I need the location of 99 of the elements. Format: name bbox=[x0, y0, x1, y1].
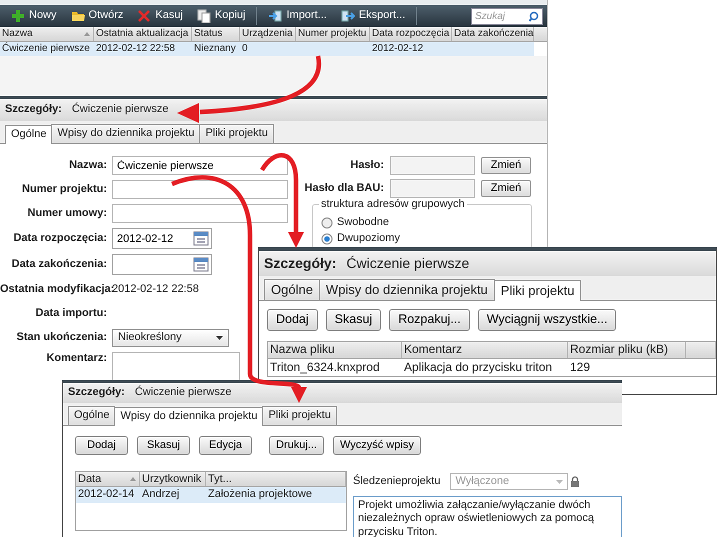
close-icon bbox=[137, 9, 152, 23]
column-header[interactable]: Urządzenia bbox=[240, 27, 296, 41]
field-label: Śledzenieprojektu bbox=[353, 475, 440, 488]
change-button[interactable]: Zmień bbox=[481, 180, 531, 198]
column-header[interactable]: Data bbox=[76, 472, 140, 486]
details-label: Szczegóły: bbox=[264, 255, 336, 272]
folder-icon bbox=[70, 9, 85, 23]
table-cell-text: 129 bbox=[569, 358, 592, 376]
column-header[interactable]: Komentarz bbox=[402, 342, 568, 358]
button[interactable]: Dodaj bbox=[75, 436, 128, 456]
tab[interactable]: Wpisy do dziennika projektu bbox=[318, 279, 495, 300]
radio-label: Dwupoziomy bbox=[337, 232, 400, 246]
column-header[interactable]: Rozmiar pliku (kB) bbox=[568, 342, 686, 358]
field-label: Komentarz: bbox=[45, 352, 108, 366]
column-header[interactable]: Data rozpoczęcia bbox=[370, 27, 452, 41]
tab[interactable]: Pliki projektu bbox=[262, 406, 337, 426]
column-header[interactable]: Nazwa bbox=[0, 27, 94, 41]
table-cell-text: 0 bbox=[241, 42, 249, 56]
table-cell-text: Andrzej bbox=[141, 487, 180, 502]
plus-icon bbox=[11, 9, 25, 23]
details-title: Ćwiczenie pierwsze bbox=[134, 386, 232, 400]
search-icon bbox=[529, 10, 540, 22]
button[interactable]: Skasuj bbox=[137, 436, 190, 456]
details-title: Ćwiczenie pierwsze bbox=[72, 103, 168, 117]
change-button[interactable]: Zmień bbox=[481, 157, 531, 174]
toolbar-button[interactable]: Kopiuj bbox=[190, 5, 252, 27]
input-field[interactable] bbox=[112, 204, 288, 224]
button[interactable]: Rozpakuj... bbox=[389, 308, 470, 331]
caret-icon bbox=[556, 480, 564, 484]
field-label: Stan ukończenia: bbox=[16, 331, 108, 344]
column-header[interactable]: Numer projektu bbox=[296, 27, 370, 41]
tab[interactable]: Wpisy do dziennika projektu bbox=[114, 407, 264, 426]
sort-icon bbox=[83, 31, 91, 37]
radio-button[interactable] bbox=[321, 216, 333, 229]
field-value: 2012-02-12 22:58 bbox=[112, 283, 199, 296]
column-header[interactable]: Ostatnia aktualizacja bbox=[94, 27, 192, 41]
export-icon bbox=[340, 9, 355, 23]
table-cell-text: Ćwiczenie pierwsze bbox=[1, 42, 91, 56]
field-label: Data rozpoczęcia: bbox=[12, 232, 108, 246]
tab[interactable]: Pliki projektu bbox=[199, 124, 274, 144]
field-label: Ostatnia modyfikacja: bbox=[0, 283, 112, 296]
calendar-icon bbox=[193, 257, 209, 272]
column-header[interactable]: Nazwa pliku bbox=[268, 342, 402, 358]
comment-box[interactable] bbox=[112, 352, 240, 382]
table-cell-text: 2012-02-12 bbox=[371, 42, 424, 56]
button[interactable]: Edycja bbox=[199, 436, 252, 456]
password-field[interactable] bbox=[390, 179, 475, 198]
password-field[interactable] bbox=[390, 156, 475, 176]
tab[interactable]: Ogólne bbox=[5, 125, 52, 144]
table-cell-text: 2012-02-12 22:58 bbox=[95, 42, 176, 56]
table-row[interactable]: 2012-02-14 Andrzej Założenia projektowe bbox=[76, 487, 346, 504]
table-row[interactable]: Ćwiczenie pierwsze 2012-02-12 22:58 Nieznany 0 2012-02-12 bbox=[0, 42, 534, 56]
radio-button[interactable] bbox=[321, 232, 333, 245]
table-cell-text: Triton_6324.knxprod bbox=[269, 358, 381, 376]
details-label: Szczegóły: bbox=[68, 386, 125, 400]
tab[interactable]: Ogólne bbox=[264, 279, 320, 300]
column-header[interactable]: Data zakończenia bbox=[452, 27, 534, 41]
field-label: Numer projektu: bbox=[21, 183, 108, 196]
field-label: Data importu: bbox=[34, 307, 108, 320]
date-field[interactable] bbox=[112, 254, 212, 276]
tab[interactable]: Ogólne bbox=[68, 406, 116, 426]
button[interactable]: Wyciągnij wszystkie... bbox=[478, 308, 616, 331]
toolbar-button[interactable]: Eksport... bbox=[334, 5, 412, 27]
field-label: Hasło: bbox=[349, 159, 384, 172]
description-box[interactable]: Projekt umożliwia załączanie/wyłączanie dwóch niezależnych opraw oświetleniowych za pomocą przycisku Triton. bbox=[353, 496, 622, 537]
tab[interactable]: Wpisy do dziennika projektu bbox=[51, 124, 200, 144]
toolbar-button[interactable]: Kasuj bbox=[130, 5, 190, 27]
details-title: Ćwiczenie pierwsze bbox=[346, 255, 470, 272]
button[interactable]: Dodaj bbox=[267, 308, 318, 331]
copy-icon bbox=[196, 9, 211, 23]
caret-icon bbox=[216, 336, 223, 340]
table-cell-text: Nieznany bbox=[193, 42, 237, 56]
sort-icon bbox=[129, 476, 137, 482]
date-field[interactable]: 2012-02-12 bbox=[112, 228, 212, 250]
calendar-icon bbox=[193, 231, 209, 246]
tab[interactable]: Pliki projektu bbox=[494, 280, 582, 301]
button[interactable]: Skasuj bbox=[326, 308, 382, 331]
toolbar-button[interactable]: Nowy bbox=[4, 5, 64, 27]
radio-label: Swobodne bbox=[337, 216, 389, 230]
field-label: Numer umowy: bbox=[26, 207, 108, 220]
column-header[interactable]: Tyt... bbox=[206, 472, 346, 486]
field-label: Nazwa: bbox=[68, 159, 108, 172]
dropdown[interactable]: Nieokreślony bbox=[112, 328, 229, 347]
field-label: Data zakończenia: bbox=[10, 258, 108, 272]
column-header[interactable]: Urzytkownik bbox=[140, 472, 206, 486]
input-field[interactable] bbox=[112, 180, 288, 200]
group-title: struktura adresów grupowych bbox=[319, 198, 467, 212]
import-icon bbox=[268, 9, 282, 23]
field-label: Hasło dla BAU: bbox=[304, 182, 384, 196]
table-cell-text: Aplikacja do przycisku triton bbox=[403, 358, 554, 376]
search-field[interactable]: Szukaj bbox=[471, 8, 543, 24]
table-cell-text: Założenia projektowe bbox=[207, 487, 313, 502]
toolbar-button[interactable]: Import... bbox=[261, 5, 334, 27]
column-header[interactable]: Status bbox=[192, 27, 240, 41]
table-cell-text: 2012-02-14 bbox=[77, 487, 136, 502]
details-label: Szczegóły: bbox=[5, 103, 62, 117]
button[interactable]: Wyczyść wpisy bbox=[332, 436, 421, 456]
button[interactable]: Drukuj... bbox=[269, 436, 324, 456]
toolbar-button[interactable]: Otwórz bbox=[64, 5, 130, 27]
